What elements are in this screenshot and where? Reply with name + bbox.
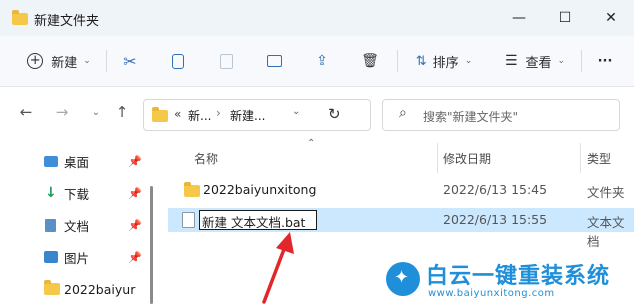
sidebar-item-pictures[interactable]: 图片 📌 <box>0 246 150 268</box>
sidebar-item-desktop[interactable]: 桌面 📌 <box>0 150 150 172</box>
delete-button[interactable]: 🗑 <box>355 44 385 78</box>
sidebar-item-label: 下载 <box>64 186 90 202</box>
search-icon: ⌕ <box>399 105 407 121</box>
folder-icon <box>152 107 168 122</box>
file-modified: 2022/6/13 15:55 <box>443 212 548 227</box>
sidebar-scrollbar[interactable] <box>150 186 153 304</box>
text-file-icon <box>182 212 195 228</box>
rename-button[interactable] <box>259 44 289 78</box>
breadcrumb-item[interactable]: 新... <box>188 107 211 124</box>
file-type: 文本文档 <box>587 215 625 249</box>
column-divider[interactable] <box>580 143 581 173</box>
chevron-down-icon: ⌄ <box>557 56 566 66</box>
scissors-icon: ✂ <box>123 51 137 71</box>
download-icon: ↓ <box>45 185 57 201</box>
annotation-arrow <box>262 232 294 304</box>
desktop-icon <box>44 155 58 167</box>
watermark: ✦ 白云一键重装系统 www.baiyunxitong.com <box>384 256 632 304</box>
sidebar-item-downloads[interactable]: ↓ 下载 📌 <box>0 182 150 204</box>
trash-icon: 🗑 <box>361 53 379 69</box>
maximize-button[interactable]: ☐ <box>542 0 588 36</box>
sidebar-item-documents[interactable]: 文档 📌 <box>0 214 150 236</box>
pin-icon: 📌 <box>128 218 142 232</box>
view-list-icon: ☰ <box>504 53 518 69</box>
rename-input[interactable]: 新建 文本文档.bat <box>199 210 317 230</box>
more-button[interactable]: ··· <box>590 44 620 78</box>
refresh-icon[interactable]: ↻ <box>328 105 341 123</box>
search-placeholder: 搜索"新建文件夹" <box>423 110 519 124</box>
watermark-url: www.baiyunxitong.com <box>428 288 555 299</box>
file-type: 文件夹 <box>587 185 625 200</box>
sort-up-chevron-icon: ⌃ <box>307 138 316 149</box>
column-divider[interactable] <box>437 143 438 173</box>
watermark-brand: 白云一键重装系统 <box>426 264 611 289</box>
share-icon: ⇪ <box>316 53 328 69</box>
picture-icon <box>44 251 58 263</box>
view-button[interactable]: ☰ 查看 ⌄ <box>496 44 574 78</box>
back-arrow-icon[interactable]: ← <box>14 101 38 123</box>
cut-button[interactable]: ✂ <box>115 44 145 78</box>
chevron-down-icon: ⌄ <box>83 56 91 66</box>
pin-icon: 📌 <box>128 186 142 200</box>
document-icon <box>45 218 56 232</box>
copy-button[interactable] <box>163 44 193 78</box>
folder-icon <box>184 182 200 197</box>
file-name: 2022baiyunxitong <box>203 182 317 197</box>
forward-arrow-icon[interactable]: → <box>50 101 74 123</box>
divider <box>106 50 107 72</box>
divider <box>397 50 398 72</box>
divider <box>581 50 582 72</box>
sidebar-item-label: 图片 <box>64 250 90 266</box>
plus-circle-icon: + <box>27 53 44 69</box>
sidebar-item-folder[interactable]: 2022baiyur <box>0 278 150 300</box>
window-title: 新建文件夹 <box>34 14 100 29</box>
sidebar-item-label: 文档 <box>64 218 90 234</box>
sort-label: 排序 <box>432 55 459 71</box>
view-label: 查看 <box>525 55 552 71</box>
sort-icon: ⇅ <box>415 53 427 69</box>
list-item[interactable]: 2022baiyunxitong 2022/6/13 15:45 文件夹 <box>168 178 634 202</box>
recent-chevron-icon[interactable]: ⌄ <box>84 101 108 123</box>
list-item-selected[interactable]: 新建 文本文档.bat 2022/6/13 15:55 文本文档 <box>168 208 634 249</box>
share-button[interactable]: ⇪ <box>307 44 337 78</box>
sidebar-item-label: 桌面 <box>64 154 90 170</box>
pin-icon: 📌 <box>128 154 142 168</box>
copy-icon <box>172 53 184 69</box>
command-bar: + 新建 ⌄ ✂ ⇪ 🗑 ⇅ 排序 ⌄ ☰ 查看 ⌄ ··· <box>0 36 634 87</box>
breadcrumb-item-current[interactable]: 新建... <box>230 107 265 124</box>
up-arrow-icon[interactable]: ↑ <box>110 101 134 123</box>
close-button[interactable]: ✕ <box>588 0 634 36</box>
breadcrumb-overflow[interactable]: « <box>174 107 181 121</box>
pin-icon: 📌 <box>128 250 142 264</box>
file-modified: 2022/6/13 15:45 <box>443 182 548 197</box>
rename-icon <box>266 55 282 67</box>
new-button[interactable]: + 新建 ⌄ <box>18 44 100 78</box>
twitter-bird-icon: ✦ <box>386 262 420 296</box>
title-bar: 新建文件夹 — ☐ ✕ <box>0 0 634 36</box>
sidebar-item-label: 2022baiyur <box>64 281 136 297</box>
folder-icon <box>12 10 28 25</box>
chevron-down-icon: ⌄ <box>464 56 473 66</box>
search-box[interactable]: ⌕ 搜索"新建文件夹" <box>382 99 620 131</box>
chevron-down-icon[interactable]: ⌄ <box>292 106 300 117</box>
paste-button[interactable] <box>211 44 241 78</box>
navigation-pane: 桌面 📌 ↓ 下载 📌 文档 📌 图片 📌 2022baiyur <box>0 138 158 304</box>
address-bar[interactable]: « 新... › 新建... ⌄ ↻ <box>143 99 371 131</box>
column-header-modified[interactable]: 修改日期 <box>443 150 491 167</box>
breadcrumb-separator[interactable]: › <box>216 106 221 120</box>
minimize-button[interactable]: — <box>496 0 542 36</box>
column-header-type[interactable]: 类型 <box>587 150 611 167</box>
new-label: 新建 <box>51 55 78 71</box>
clipboard-icon <box>219 53 233 69</box>
sort-button[interactable]: ⇅ 排序 ⌄ <box>408 44 480 78</box>
folder-icon <box>44 280 60 295</box>
column-header-name[interactable]: 名称 <box>194 150 218 167</box>
